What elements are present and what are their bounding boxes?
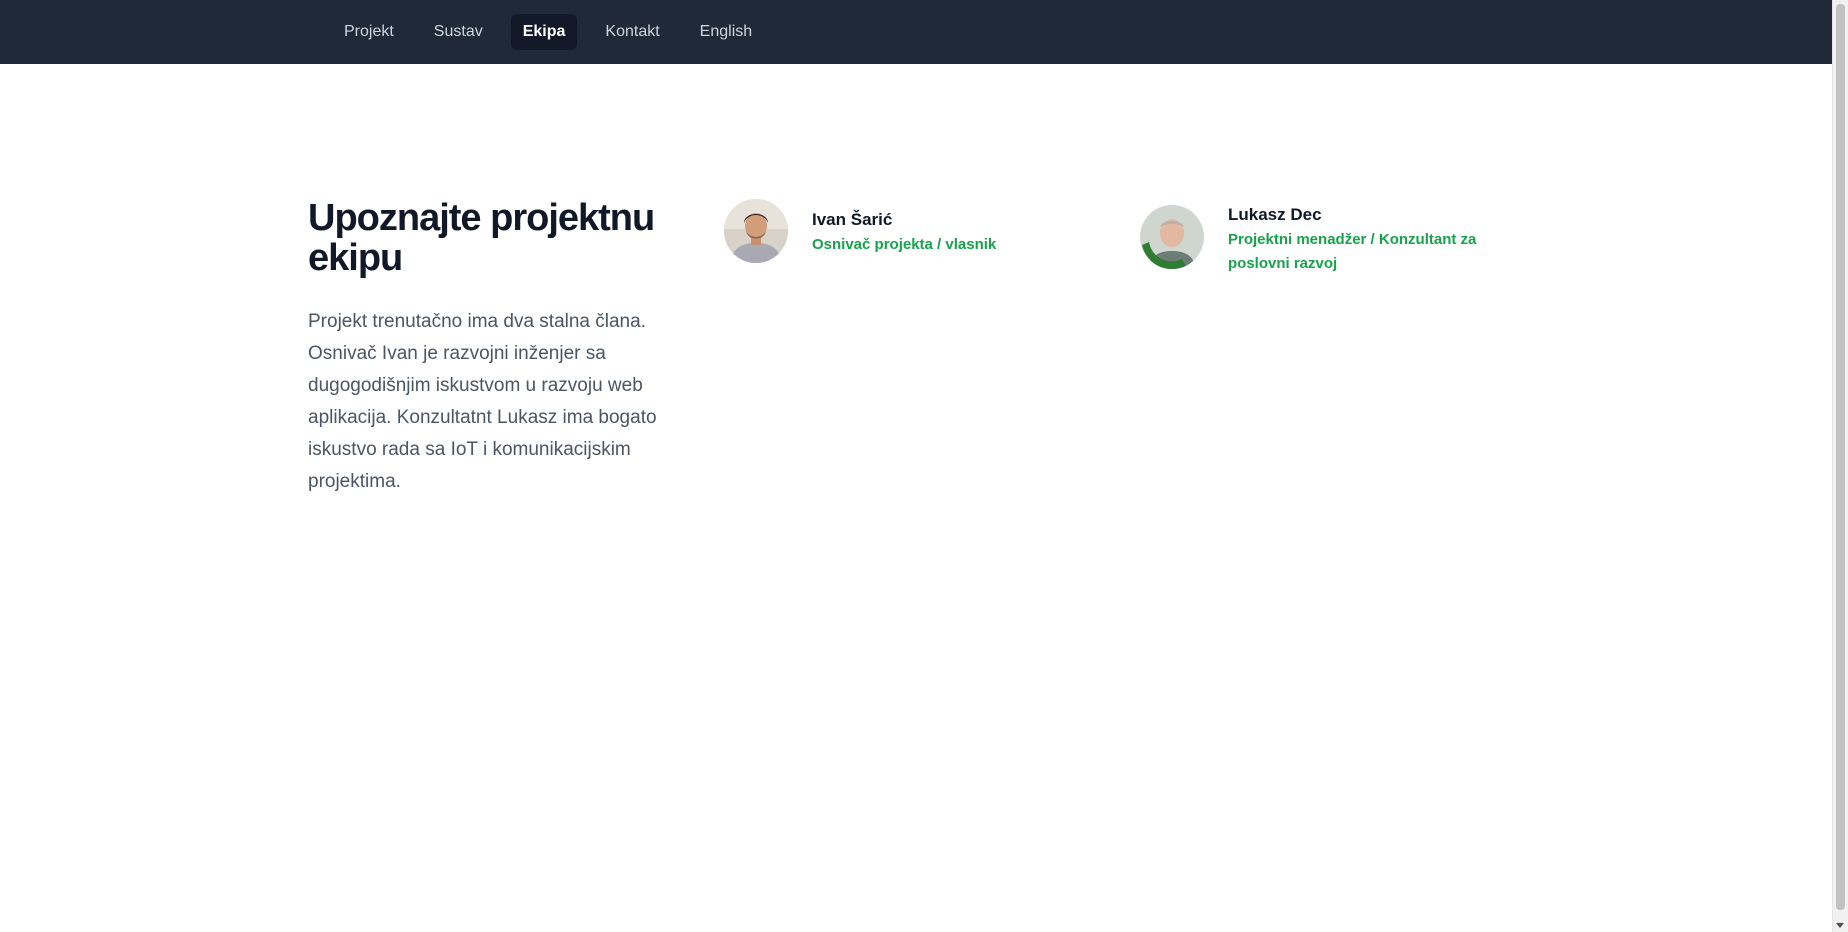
main-nav: Projekt Sustav Ekipa Kontakt English [332, 14, 776, 50]
member-info: Lukasz Dec Projektni menadžer / Konzulta… [1228, 204, 1488, 276]
nav-item-kontakt[interactable]: Kontakt [593, 14, 671, 50]
member-role: Osnivač projekta / vlasnik [812, 236, 997, 253]
vertical-scrollbar[interactable] [1832, 0, 1848, 932]
avatar [1140, 205, 1204, 269]
scrollbar-thumb[interactable] [1836, 4, 1845, 910]
scroll-down-icon[interactable] [1836, 923, 1844, 928]
top-navbar: Projekt Sustav Ekipa Kontakt English [0, 0, 1833, 64]
nav-item-projekt[interactable]: Projekt [332, 14, 406, 50]
nav-item-sustav[interactable]: Sustav [422, 14, 495, 50]
intro-text: Projekt trenutačno ima dva stalna člana.… [308, 311, 657, 492]
avatar [724, 199, 788, 263]
team-member-card: Lukasz Dec Projektni menadžer / Konzulta… [1140, 205, 1488, 276]
page-title: Upoznajte projektnu ekipu [308, 197, 655, 279]
member-name: Lukasz Dec [1228, 205, 1322, 224]
nav-item-ekipa[interactable]: Ekipa [510, 14, 578, 50]
nav-item-english[interactable]: English [688, 14, 764, 50]
team-member-card: Ivan Šarić Osnivač projekta / vlasnik [724, 199, 1072, 263]
member-role: Projektni menadžer / Konzultant za poslo… [1228, 231, 1477, 272]
member-info: Ivan Šarić Osnivač projekta / vlasnik [812, 209, 1072, 257]
member-name: Ivan Šarić [812, 210, 893, 229]
team-intro: Upoznajte projektnu ekipu Projekt trenut… [308, 198, 688, 498]
